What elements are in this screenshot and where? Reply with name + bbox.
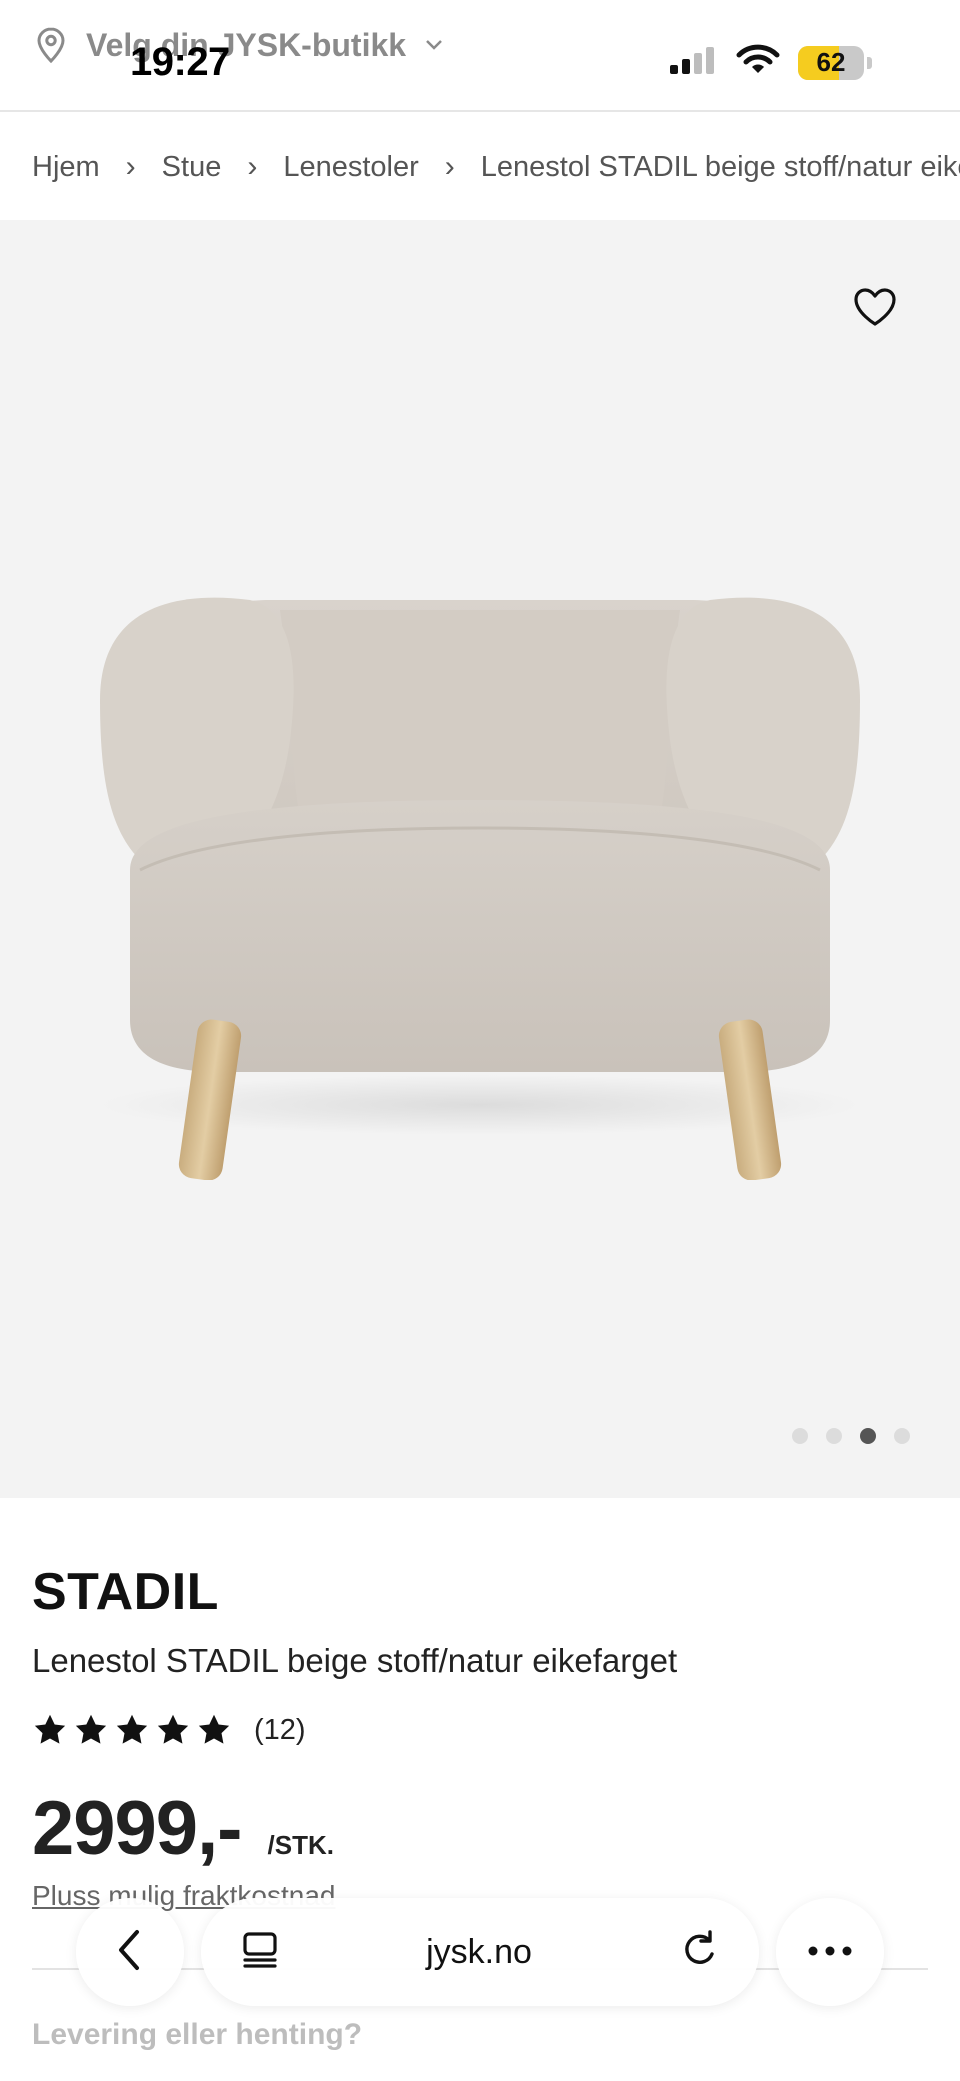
- product-rating[interactable]: (12): [32, 1712, 306, 1748]
- price-unit: /STK.: [267, 1830, 334, 1860]
- product-name: Lenestol STADIL beige stoff/natur eikefa…: [32, 1642, 678, 1679]
- cellular-signal-icon: [668, 45, 718, 80]
- breadcrumb-stue[interactable]: Stue: [162, 151, 222, 184]
- store-selector[interactable]: Velg din JYSK-butikk: [34, 26, 444, 64]
- battery-level: 62: [816, 47, 846, 77]
- gallery-dot[interactable]: [826, 1428, 842, 1444]
- location-pin-icon: [34, 26, 68, 64]
- rating-count: (12): [254, 1713, 306, 1746]
- browser-url-bar[interactable]: jysk.no: [201, 1898, 759, 2006]
- star-icon: [157, 1714, 189, 1744]
- chevron-right-icon: ›: [125, 150, 136, 183]
- gallery-pagination: [792, 1428, 910, 1444]
- chevron-down-icon: [424, 38, 444, 52]
- wifi-icon: [736, 44, 780, 81]
- reload-icon[interactable]: [679, 1929, 719, 1975]
- product-price: 2999,- /STK.: [32, 1785, 334, 1872]
- chevron-right-icon: ›: [247, 150, 258, 183]
- favorite-heart-icon[interactable]: [850, 282, 900, 332]
- breadcrumb-home[interactable]: Hjem: [32, 151, 100, 184]
- breadcrumb: Hjem › Stue › Lenestoler › Lenestol STAD…: [32, 150, 960, 184]
- gallery-dot[interactable]: [792, 1428, 808, 1444]
- breadcrumb-current: Lenestol STADIL beige stoff/natur eikef: [480, 150, 960, 183]
- battery-indicator: 62: [798, 45, 872, 80]
- product-brand: STADIL: [32, 1563, 219, 1621]
- product-image-armchair: [0, 460, 960, 1185]
- chevron-right-icon: ›: [444, 150, 455, 183]
- chevron-left-icon: [115, 1928, 145, 1977]
- star-icon: [198, 1714, 230, 1744]
- price-amount: 2999,-: [32, 1786, 242, 1871]
- star-icon: [34, 1714, 66, 1744]
- browser-back-button[interactable]: [76, 1898, 184, 2006]
- product-image-gallery[interactable]: [0, 220, 960, 1498]
- url-text: jysk.no: [426, 1932, 532, 1971]
- status-time: 19:27: [130, 40, 230, 84]
- star-icon: [116, 1714, 148, 1744]
- rating-stars: [32, 1712, 232, 1748]
- status-indicators: 62: [668, 44, 872, 81]
- reader-mode-icon[interactable]: [241, 1930, 279, 1975]
- gallery-dot-active[interactable]: [860, 1428, 876, 1444]
- top-bar: Velg din JYSK-butikk 19:27 62: [0, 0, 960, 112]
- delivery-heading: Levering eller henting?: [32, 2018, 363, 2051]
- breadcrumb-lenestoler[interactable]: Lenestoler: [283, 151, 418, 184]
- gallery-dot[interactable]: [894, 1428, 910, 1444]
- star-icon: [75, 1714, 107, 1744]
- browser-more-button[interactable]: [776, 1898, 884, 2006]
- more-dots-icon: [808, 1943, 852, 1961]
